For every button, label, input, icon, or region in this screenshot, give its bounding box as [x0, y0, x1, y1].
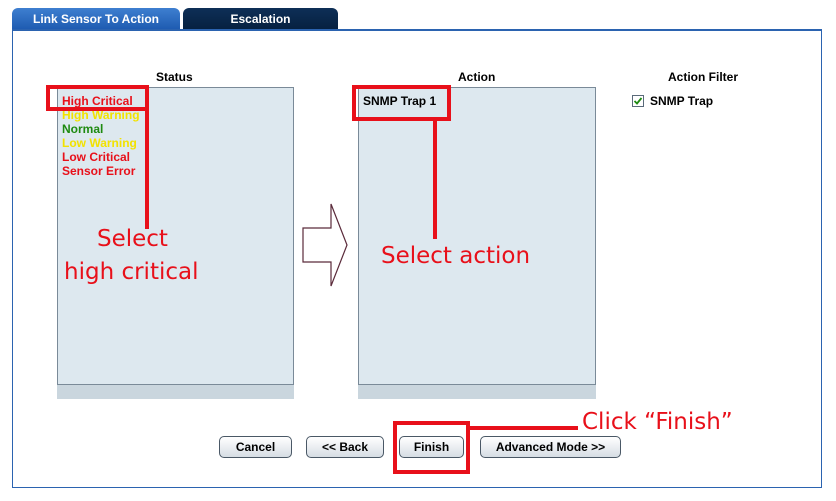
annotation-select-action: Select action [381, 243, 531, 269]
status-item-normal[interactable]: Normal [58, 122, 293, 136]
tab-bar: Link Sensor To Action Escalation [0, 0, 836, 30]
right-arrow-icon [301, 200, 349, 295]
annotation-select-line2: high critical [64, 259, 199, 285]
status-list[interactable]: High Critical High Warning Normal Low Wa… [57, 87, 294, 385]
action-filter-snmp-trap[interactable]: SNMP Trap [632, 94, 713, 108]
tab-escalation[interactable]: Escalation [183, 8, 338, 30]
back-button[interactable]: << Back [306, 436, 384, 458]
action-list-footer [358, 385, 596, 399]
annotation-click-finish: Click “Finish” [582, 409, 733, 435]
highlight-connector-finish [470, 426, 578, 430]
status-item-low-warning[interactable]: Low Warning [58, 136, 293, 150]
status-list-footer [57, 385, 294, 399]
action-header: Action [458, 70, 496, 84]
highlight-high-critical [46, 85, 149, 111]
cancel-button[interactable]: Cancel [219, 436, 292, 458]
snmp-trap-label: SNMP Trap [650, 94, 714, 108]
status-item-sensor-error[interactable]: Sensor Error [58, 164, 293, 178]
action-list[interactable]: SNMP Trap 1 [358, 87, 596, 385]
annotation-select-line1: Select [97, 226, 168, 252]
check-icon [633, 97, 643, 105]
advanced-mode-button[interactable]: Advanced Mode >> [480, 436, 621, 458]
highlight-connector-action [433, 119, 437, 239]
highlight-connector-status [145, 109, 149, 229]
action-filter-header: Action Filter [668, 70, 739, 84]
tab-link-sensor-to-action[interactable]: Link Sensor To Action [12, 8, 180, 30]
status-item-low-critical[interactable]: Low Critical [58, 150, 293, 164]
snmp-trap-checkbox[interactable] [632, 95, 644, 107]
highlight-snmp-trap [352, 85, 451, 121]
status-header: Status [156, 70, 193, 84]
highlight-finish [393, 421, 470, 474]
